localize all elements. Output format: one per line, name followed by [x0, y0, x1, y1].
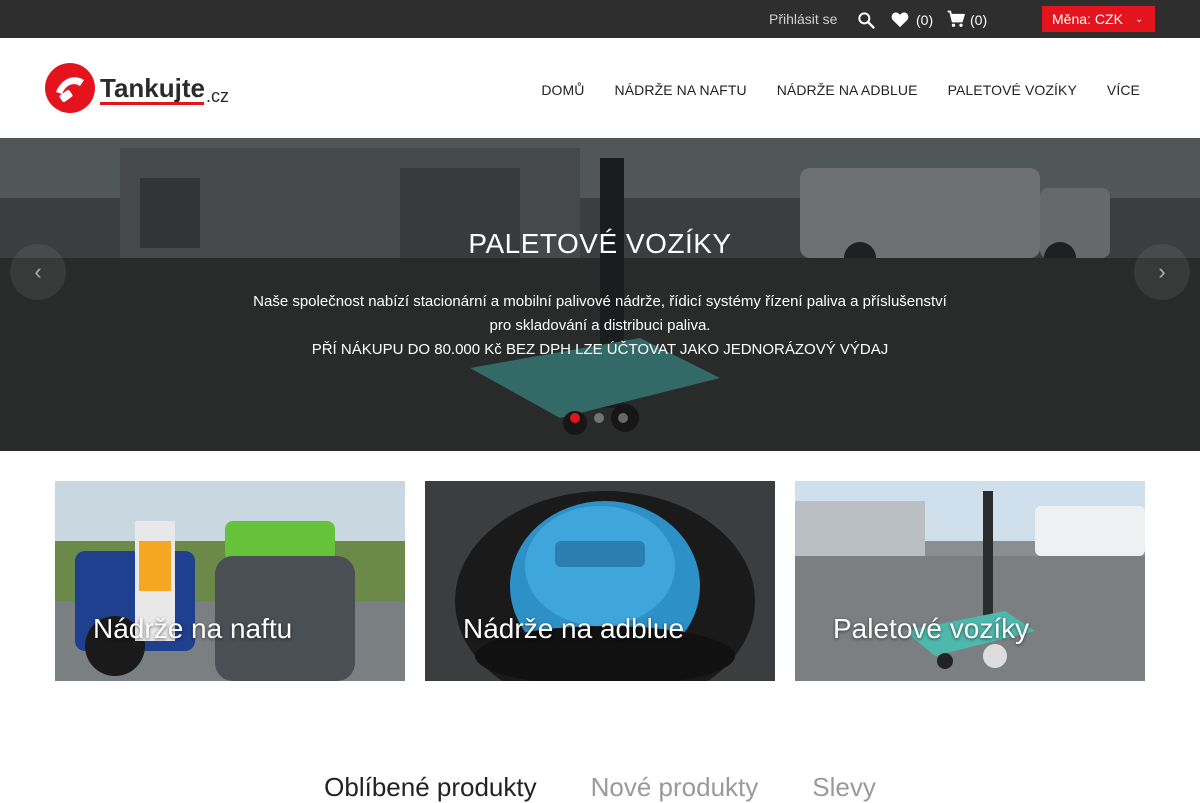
tile-image: [425, 481, 775, 681]
slider-next-button[interactable]: ›: [1134, 244, 1190, 300]
nav-item-pallet-trucks[interactable]: PALETOVÉ VOZÍKY: [948, 82, 1077, 98]
search-icon[interactable]: [856, 10, 876, 30]
currency-value: CZK: [1094, 11, 1123, 27]
logo-text: Tankujte: [100, 73, 205, 103]
nav-item-diesel-tanks[interactable]: NÁDRŽE NA NAFTU: [615, 82, 747, 98]
currency-label: Měna:: [1052, 11, 1091, 27]
tab-discounts[interactable]: Slevy: [812, 772, 876, 803]
cart-button[interactable]: (0): [946, 10, 987, 30]
nav-item-more[interactable]: VÍCE: [1107, 82, 1140, 98]
category-tile-pallet-trucks[interactable]: Paletové vozíky: [795, 481, 1145, 681]
tab-favorite-products[interactable]: Oblíbené produkty: [324, 772, 536, 803]
logo-suffix: .cz: [206, 86, 229, 106]
site-logo[interactable]: Tankujte .cz: [44, 62, 234, 116]
tile-image: [795, 481, 1145, 681]
wishlist-button[interactable]: (0): [890, 10, 933, 30]
site-header: Tankujte .cz DOMŮ NÁDRŽE NA NAFTU NÁDRŽE…: [0, 38, 1200, 138]
tab-new-products[interactable]: Nové produkty: [591, 772, 759, 803]
category-tile-diesel-tanks[interactable]: Nádrže na naftu: [55, 481, 405, 681]
cart-icon: [946, 9, 966, 32]
slider-dot[interactable]: [618, 413, 628, 423]
hero-slider: PALETOVÉ VOZÍKY Naše společnost nabízí s…: [0, 138, 1200, 451]
slider-prev-button[interactable]: ‹: [10, 244, 66, 300]
product-tabs: Oblíbené produkty Nové produkty Slevy: [0, 772, 1200, 803]
hero-line-2: pro skladování a distribuci paliva.: [489, 317, 711, 334]
hero-line-1: Naše společnost nabízí stacionární a mob…: [253, 293, 947, 310]
cart-count: (0): [970, 12, 988, 28]
heart-icon: [890, 10, 910, 31]
nav-item-adblue-tanks[interactable]: NÁDRŽE NA ADBLUE: [777, 82, 918, 98]
hero-title: PALETOVÉ VOZÍKY: [468, 228, 732, 259]
tile-image: [55, 481, 405, 681]
tile-label: Nádrže na naftu: [93, 613, 293, 644]
slider-dot[interactable]: [570, 413, 580, 423]
login-link[interactable]: Přihlásit se: [769, 11, 837, 27]
category-tile-adblue-tanks[interactable]: Nádrže na adblue: [425, 481, 775, 681]
hero-line-3: PŘÍ NÁKUPU DO 80.000 Kč BEZ DPH LZE ÚČTO…: [311, 341, 889, 358]
top-bar: Přihlásit se (0) (0) Měna: CZK ⌄: [0, 0, 1200, 38]
currency-selector[interactable]: Měna: CZK ⌄: [1042, 6, 1155, 32]
tile-label: Paletové vozíky: [833, 613, 1030, 644]
slider-dots: [570, 413, 628, 423]
chevron-down-icon: ⌄: [1134, 13, 1144, 25]
slider-dot[interactable]: [594, 413, 604, 423]
tile-label: Nádrže na adblue: [463, 613, 685, 644]
chevron-left-icon: ‹: [34, 259, 42, 284]
nav-item-home[interactable]: DOMŮ: [541, 82, 584, 98]
chevron-right-icon: ›: [1158, 259, 1166, 284]
main-nav: DOMŮ NÁDRŽE NA NAFTU NÁDRŽE NA ADBLUE PA…: [541, 82, 1140, 98]
wishlist-count: (0): [916, 12, 934, 28]
hero-description: Naše společnost nabízí stacionární a mob…: [0, 290, 1200, 362]
